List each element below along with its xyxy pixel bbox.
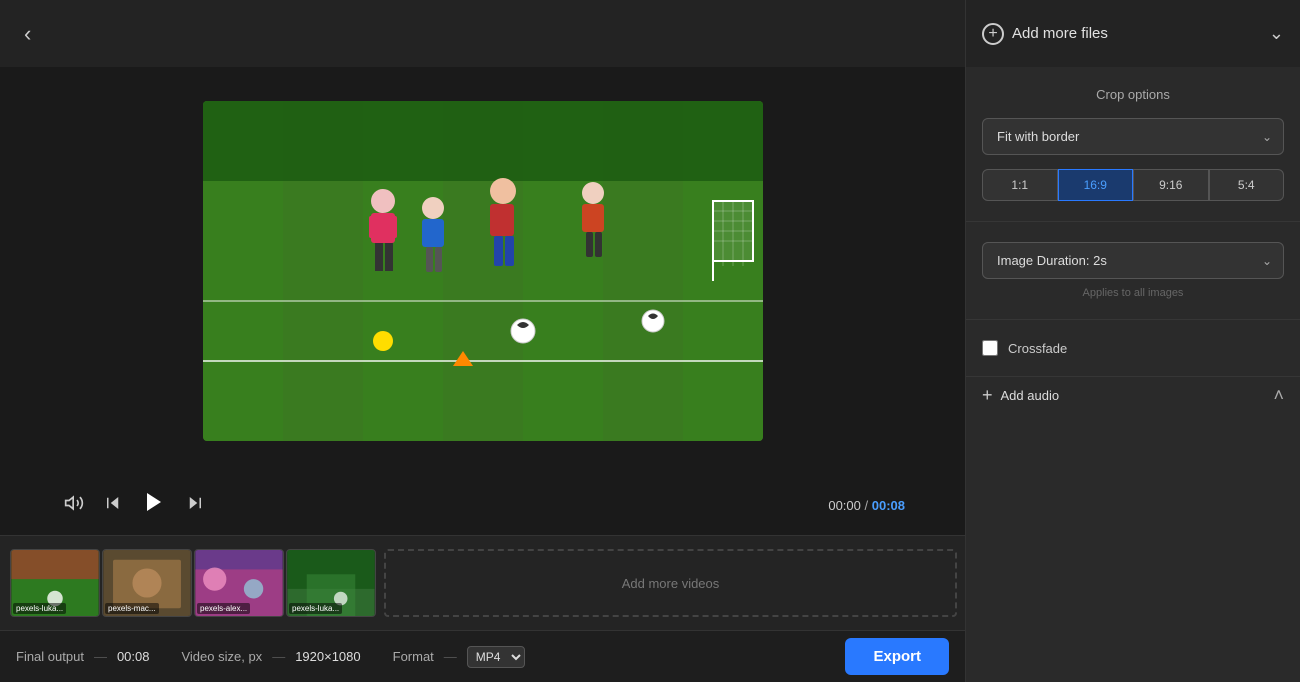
add-more-videos-button[interactable]: Add more videos xyxy=(384,549,957,617)
image-duration-dropdown: Image Duration: 2s Image Duration: 3s Im… xyxy=(982,242,1284,279)
add-audio-label: Add audio xyxy=(1001,388,1060,403)
export-button[interactable]: Export xyxy=(845,638,949,675)
crop-options-title: Crop options xyxy=(982,87,1284,102)
video-thumbnail xyxy=(203,101,763,441)
video-size-dash: — xyxy=(272,649,285,664)
time-current: 00:00 xyxy=(828,498,861,513)
main-content: 00:00 / 00:08 pexels-luka... xyxy=(0,67,1300,682)
crossfade-section: Crossfade xyxy=(966,320,1300,377)
crossfade-checkbox[interactable] xyxy=(982,340,998,356)
crossfade-label: Crossfade xyxy=(1008,341,1067,356)
thumb-label: pexels-alex... xyxy=(197,603,250,614)
add-audio-button[interactable]: + Add audio xyxy=(982,385,1059,406)
ratio-16-9-button[interactable]: 16:9 xyxy=(1058,169,1134,201)
ratio-5-4-button[interactable]: 5:4 xyxy=(1209,169,1285,201)
fit-with-border-select[interactable]: Fit with border Fit without border Crop … xyxy=(982,118,1284,155)
video-frame xyxy=(203,101,763,441)
video-size-label: Video size, px xyxy=(181,649,262,664)
list-item[interactable]: pexels-luka... xyxy=(286,549,376,617)
format-status: Format — MP4 MOV AVI GIF xyxy=(393,646,525,668)
top-bar-left: ‹ xyxy=(0,13,965,55)
plus-circle-icon: + xyxy=(982,23,1004,45)
list-item[interactable]: pexels-luka... xyxy=(10,549,100,617)
format-dash: — xyxy=(444,649,457,664)
add-more-files-button[interactable]: + Add more files xyxy=(982,23,1108,45)
top-bar-right: + Add more files ⌄ xyxy=(965,0,1300,67)
time-display: 00:00 / 00:08 xyxy=(828,498,905,513)
thumb-label: pexels-luka... xyxy=(289,603,342,614)
final-output-dash: — xyxy=(94,649,107,664)
thumb-label: pexels-luka... xyxy=(13,603,66,614)
skip-forward-button[interactable] xyxy=(182,490,208,521)
timeline-track: pexels-luka... pexels-mac... xyxy=(10,548,376,618)
final-output-status: Final output — 00:08 xyxy=(16,649,149,664)
format-label: Format xyxy=(393,649,434,664)
crop-options-section: Crop options Fit with border Fit without… xyxy=(966,67,1300,222)
fit-with-border-dropdown: Fit with border Fit without border Crop … xyxy=(982,118,1284,155)
ratio-9-16-button[interactable]: 9:16 xyxy=(1133,169,1209,201)
chevron-down-button[interactable]: ⌄ xyxy=(1269,23,1284,44)
final-output-label: Final output xyxy=(16,649,84,664)
add-audio-plus-icon: + xyxy=(982,385,993,406)
video-preview xyxy=(0,67,965,475)
list-item[interactable]: pexels-mac... xyxy=(102,549,192,617)
ratio-buttons: 1:1 16:9 9:16 5:4 xyxy=(982,169,1284,201)
time-total: 00:08 xyxy=(872,498,905,513)
right-panel: Crop options Fit with border Fit without… xyxy=(965,67,1300,682)
add-audio-section: + Add audio ˄ xyxy=(966,377,1300,414)
duration-section: Image Duration: 2s Image Duration: 3s Im… xyxy=(966,222,1300,320)
applies-to-all-text: Applies to all images xyxy=(982,287,1284,299)
status-bar: Final output — 00:08 Video size, px — 19… xyxy=(0,630,965,682)
video-size-status: Video size, px — 1920×1080 xyxy=(181,649,360,664)
volume-button[interactable] xyxy=(60,489,88,522)
add-more-files-label: Add more files xyxy=(1012,25,1108,42)
video-size-value: 1920×1080 xyxy=(295,649,360,664)
ratio-1-1-button[interactable]: 1:1 xyxy=(982,169,1058,201)
video-area: 00:00 / 00:08 pexels-luka... xyxy=(0,67,965,682)
top-bar: ‹ + Add more files ⌄ xyxy=(0,0,1300,67)
format-select[interactable]: MP4 MOV AVI GIF xyxy=(467,646,525,668)
skip-back-button[interactable] xyxy=(100,490,126,521)
collapse-audio-button[interactable]: ˄ xyxy=(1273,385,1284,406)
final-output-value: 00:08 xyxy=(117,649,150,664)
back-button[interactable]: ‹ xyxy=(16,13,39,55)
thumb-label: pexels-mac... xyxy=(105,603,159,614)
video-controls: 00:00 / 00:08 xyxy=(0,475,965,535)
play-button[interactable] xyxy=(138,486,170,524)
image-duration-select[interactable]: Image Duration: 2s Image Duration: 3s Im… xyxy=(982,242,1284,279)
list-item[interactable]: pexels-alex... xyxy=(194,549,284,617)
timeline: pexels-luka... pexels-mac... xyxy=(0,535,965,630)
time-separator: / xyxy=(865,498,872,513)
